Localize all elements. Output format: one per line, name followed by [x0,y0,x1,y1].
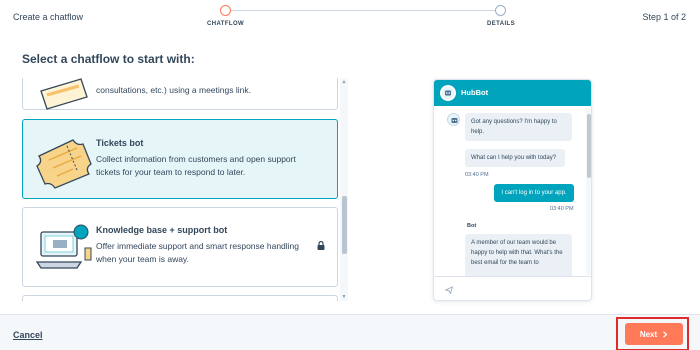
chat-preview: HubBot Got any questions? I'm happy to h… [433,79,592,301]
step-details-dot [495,5,506,16]
robot-icon [451,118,458,123]
chatflow-card-title: Tickets bot [96,138,144,148]
stepper-line [226,10,500,11]
send-icon [445,286,453,294]
page-title: Create a chatflow [13,12,84,22]
chatflow-card-next[interactable] [22,295,338,301]
list-scrollbar[interactable] [340,78,348,301]
section-title: Select a chatflow to start with: [22,52,195,66]
chatflow-list[interactable]: consultations, etc.) using a meetings li… [13,78,348,301]
laptop-help-icon [35,224,92,269]
step-details-label: DETAILS [487,21,516,27]
robot-icon [442,87,454,99]
chat-message-bot: What can I help you with today? [465,149,565,167]
chat-bot-name: HubBot [461,88,489,97]
calendar-ticket-icon [40,78,88,110]
step-indicator: Step 1 of 2 [642,12,686,22]
scroll-up-arrow-icon[interactable]: ▲ [341,79,347,85]
bot-avatar [440,85,456,101]
step-chatflow-dot [220,5,231,16]
chat-header: HubBot [434,80,591,106]
chatflow-card-title: Knowledge base + support bot [96,225,228,235]
message-timestamp: 03:40 PM [465,172,489,178]
list-scrollbar-thumb[interactable] [342,196,347,254]
chatflow-card-description: Collect information from customers and o… [96,154,296,177]
chatflow-card-description: consultations, etc.) using a meetings li… [96,85,251,95]
next-button[interactable]: Next [625,323,683,345]
wizard-header: Create a chatflow CHATFLOW DETAILS Step … [0,0,700,36]
chat-messages: Got any questions? I'm happy to help. Wh… [434,106,591,276]
chatflow-card-tickets-bot[interactable]: Tickets bot Collect information from cus… [22,119,338,199]
chatflow-card-knowledge-base[interactable]: Knowledge base + support bot Offer immed… [22,207,338,287]
chat-scrollbar-thumb[interactable] [587,114,591,178]
bot-avatar [447,113,460,126]
step-chatflow-label: CHATFLOW [207,21,245,27]
scroll-down-arrow-icon[interactable]: ▼ [341,294,347,300]
lock-icon [317,241,325,250]
chat-message-user: I can't log in to your app. [494,184,574,202]
chat-input [434,276,591,300]
chatflow-card-meetings[interactable]: consultations, etc.) using a meetings li… [22,78,338,110]
cancel-button[interactable]: Cancel [13,330,43,340]
next-button-label: Next [639,329,658,339]
chevron-right-icon [663,330,668,338]
chat-message-bot: Got any questions? I'm happy to help. [465,113,572,141]
bot-sender-label: Bot [467,223,477,229]
ticket-icon [36,139,92,189]
chat-message-bot: A member of our team would be happy to h… [465,234,572,276]
wizard-footer: Cancel [0,314,700,350]
chatflow-card-description: Offer immediate support and smart respon… [96,241,300,264]
message-timestamp: 03:40 PM [550,206,574,212]
